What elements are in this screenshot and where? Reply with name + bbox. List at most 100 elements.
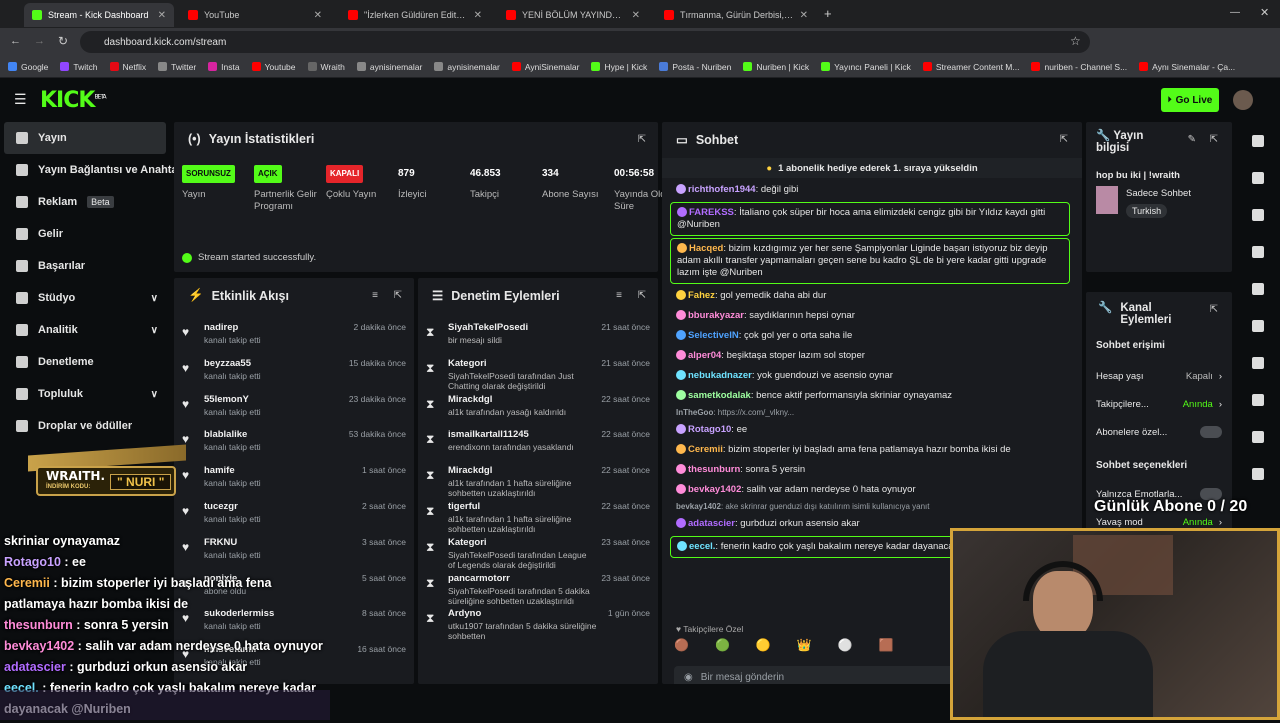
chat-username[interactable]: bevkay1402 <box>676 502 721 511</box>
bookmark-item[interactable]: Netflix <box>109 62 146 72</box>
setting-row[interactable]: Hesap yaşı Kapalı › <box>1096 362 1222 390</box>
hamburger-menu-icon[interactable]: ☰ <box>14 91 27 108</box>
chat-username[interactable]: Ceremii <box>688 444 723 455</box>
bookmark-star-icon[interactable]: ☆ <box>1070 34 1081 48</box>
chat-message[interactable]: sametkodalak: bence aktif performansıyla… <box>670 386 1070 406</box>
chat-username[interactable]: richthofen1944 <box>688 184 756 195</box>
list-item[interactable]: ♥ 55lemonY kanalı takip etti 23 dakika önce <box>182 394 406 430</box>
popout-icon[interactable]: ⇱ <box>1060 134 1068 145</box>
chat-username[interactable]: eecel. <box>689 541 715 552</box>
list-item[interactable]: ⧗ Kategori SiyahTekelPosedi tarafından Lea… <box>426 537 650 573</box>
tab-close-icon[interactable]: ✕ <box>632 10 640 21</box>
kick-logo[interactable]: KICKBETA <box>40 88 107 113</box>
chat-username[interactable]: Hacqed <box>689 243 723 254</box>
list-item[interactable]: ♥ tucezgr kanalı takip etti 2 saat önce <box>182 501 406 537</box>
bookmark-item[interactable]: Google <box>8 62 48 72</box>
sidebar-item[interactable]: Gelir <box>0 218 170 250</box>
chat-username[interactable]: InTheGoo <box>676 408 713 417</box>
setting-row[interactable]: Abonelere özel... <box>1096 418 1222 446</box>
chat-username[interactable]: adatascier <box>688 518 735 529</box>
sidebar-item[interactable]: Analitik ∨ <box>0 314 170 346</box>
chevron-down-icon[interactable]: ∨ <box>151 293 158 304</box>
chat-username[interactable]: alper04 <box>688 350 721 361</box>
chevron-down-icon[interactable]: ∨ <box>151 325 158 336</box>
bookmark-item[interactable]: Wraith <box>307 62 345 72</box>
card-icon[interactable] <box>1236 196 1280 233</box>
chat-username[interactable]: bburakyazar <box>688 310 744 321</box>
chat-message[interactable]: SelectiveIN: çok gol yer o orta saha ile <box>670 326 1070 346</box>
tab-close-icon[interactable]: ✕ <box>314 10 322 21</box>
chat-message[interactable]: Fahez: gol yemedik daha abi dur <box>670 286 1070 306</box>
chat-message[interactable]: Hacqed: bizim kızdıgımız yer her sene Şa… <box>670 238 1070 284</box>
popout-icon[interactable]: ⇱ <box>638 290 646 301</box>
chat-username[interactable]: bevkay1402 <box>688 484 741 495</box>
list-item[interactable]: ♥ nadirep kanalı takip etti 2 dakika önce <box>182 322 406 358</box>
chat-message[interactable]: InTheGoo: https://x.com/_vlkny... <box>670 406 1070 420</box>
browser-tab[interactable]: YouTube ✕ <box>180 3 330 27</box>
chat-message[interactable]: bevkay1402: ake skrinrar guenduzi dışı k… <box>670 500 1070 514</box>
chevron-right-icon[interactable]: › <box>1219 517 1222 528</box>
back-icon[interactable]: ← <box>10 35 21 47</box>
chat-message[interactable]: FAREKSS: İtaliano çok süper bir hoca ama… <box>670 202 1070 236</box>
emote[interactable]: ⚪ <box>838 638 853 658</box>
popout-icon[interactable]: ⇱ <box>1210 304 1218 315</box>
sidebar-item[interactable]: Stüdyo ∨ <box>0 282 170 314</box>
list-item[interactable]: ⧗ Mirackdgl al1k tarafından yasağı kaldırı… <box>426 394 650 430</box>
tab-close-icon[interactable]: ✕ <box>474 10 482 21</box>
chat-username[interactable]: FAREKSS <box>689 207 734 218</box>
list-item[interactable]: ♥ blablalike kanalı takip etti 53 dakika ön… <box>182 429 406 465</box>
chevron-right-icon[interactable]: › <box>1219 399 1222 410</box>
browser-tab[interactable]: Stream - Kick Dashboard ✕ <box>24 3 174 27</box>
sidebar-item[interactable]: Denetleme <box>0 346 170 378</box>
chat-username[interactable]: SelectiveIN <box>688 330 739 341</box>
stack-icon[interactable] <box>1236 418 1280 455</box>
emote[interactable]: 🟫 <box>879 638 894 658</box>
pencil-icon[interactable] <box>1236 159 1280 196</box>
toggle-switch[interactable] <box>1200 426 1222 438</box>
filter-icon[interactable]: ≡ <box>372 290 378 301</box>
bookmark-item[interactable]: Nuriben | Kick <box>743 62 809 72</box>
list-icon[interactable] <box>1236 270 1280 307</box>
popout-icon[interactable]: ⇱ <box>1210 134 1218 145</box>
go-live-button[interactable]: ⏵ Go Live <box>1161 88 1219 112</box>
tab-close-icon[interactable]: ✕ <box>800 10 808 21</box>
wrench-icon[interactable] <box>1236 455 1280 492</box>
chat-message[interactable]: nebukadnazer: yok guendouzi ve asensio o… <box>670 366 1070 386</box>
chat-message[interactable]: richthofen1944: değil gibi <box>670 180 1070 200</box>
list-item[interactable]: ⧗ SiyahTekelPosedi bir mesajı sildi 21 saat… <box>426 322 650 358</box>
chat-message[interactable]: bevkay1402: salih var adam nerdeyse 0 ha… <box>670 480 1070 500</box>
bolt-icon[interactable] <box>1236 233 1280 270</box>
emoji-icon[interactable]: ◉ <box>684 672 693 683</box>
emote[interactable]: 🟡 <box>756 638 771 658</box>
chevron-right-icon[interactable]: › <box>1219 371 1222 382</box>
bookmark-item[interactable]: nuriben - Channel S... <box>1031 62 1127 72</box>
chat-message[interactable]: alper04: beşiktaşa stoper lazım sol stop… <box>670 346 1070 366</box>
bookmark-item[interactable]: Youtube <box>251 62 296 72</box>
list-item[interactable]: ⧗ Kategori SiyahTekelPosedi tarafından Jus… <box>426 358 650 394</box>
filter-icon[interactable]: ≡ <box>616 290 622 301</box>
bookmark-item[interactable]: Hype | Kick <box>591 62 647 72</box>
chat-username[interactable]: thesunburn <box>688 464 740 475</box>
chat-icon[interactable] <box>1236 307 1280 344</box>
bookmark-item[interactable]: aynisinemalar <box>434 62 500 72</box>
close-window-button[interactable]: ✕ <box>1260 6 1269 19</box>
chat-username[interactable]: Fahez <box>688 290 715 301</box>
bookmark-item[interactable]: Twitch <box>60 62 98 72</box>
minimize-button[interactable]: — <box>1230 7 1240 18</box>
sidebar-item[interactable]: Topluluk ∨ <box>0 378 170 410</box>
chat-input[interactable]: ◉ Bir mesaj gönderin <box>674 666 974 684</box>
chat-message[interactable]: Rotago10: ee <box>670 420 1070 440</box>
reload-icon[interactable]: ↻ <box>58 34 68 48</box>
bookmark-item[interactable]: Yayıncı Paneli | Kick <box>821 62 911 72</box>
list-item[interactable]: ⧗ Mirackdgl al1k tarafından 1 hafta süreli… <box>426 465 650 501</box>
list-item[interactable]: ⧗ tigerful al1k tarafından 1 hafta süreliğ… <box>426 501 650 537</box>
chevron-down-icon[interactable]: ∨ <box>151 389 158 400</box>
user-avatar[interactable] <box>1233 90 1253 110</box>
emote[interactable]: 👑 <box>797 638 812 658</box>
chat-username[interactable]: sametkodalak <box>688 390 751 401</box>
sidebar-item[interactable]: Yayın Bağlantısı ve Anahtar <box>0 154 182 186</box>
url-field[interactable]: dashboard.kick.com/stream <box>80 31 1090 53</box>
browser-tab[interactable]: YENİ BÖLÜM YAYINDA 🚨 @Ol ✕ <box>498 3 648 27</box>
bookmark-item[interactable]: Twitter <box>158 62 196 72</box>
chat-username[interactable]: Rotago10 <box>688 424 731 435</box>
